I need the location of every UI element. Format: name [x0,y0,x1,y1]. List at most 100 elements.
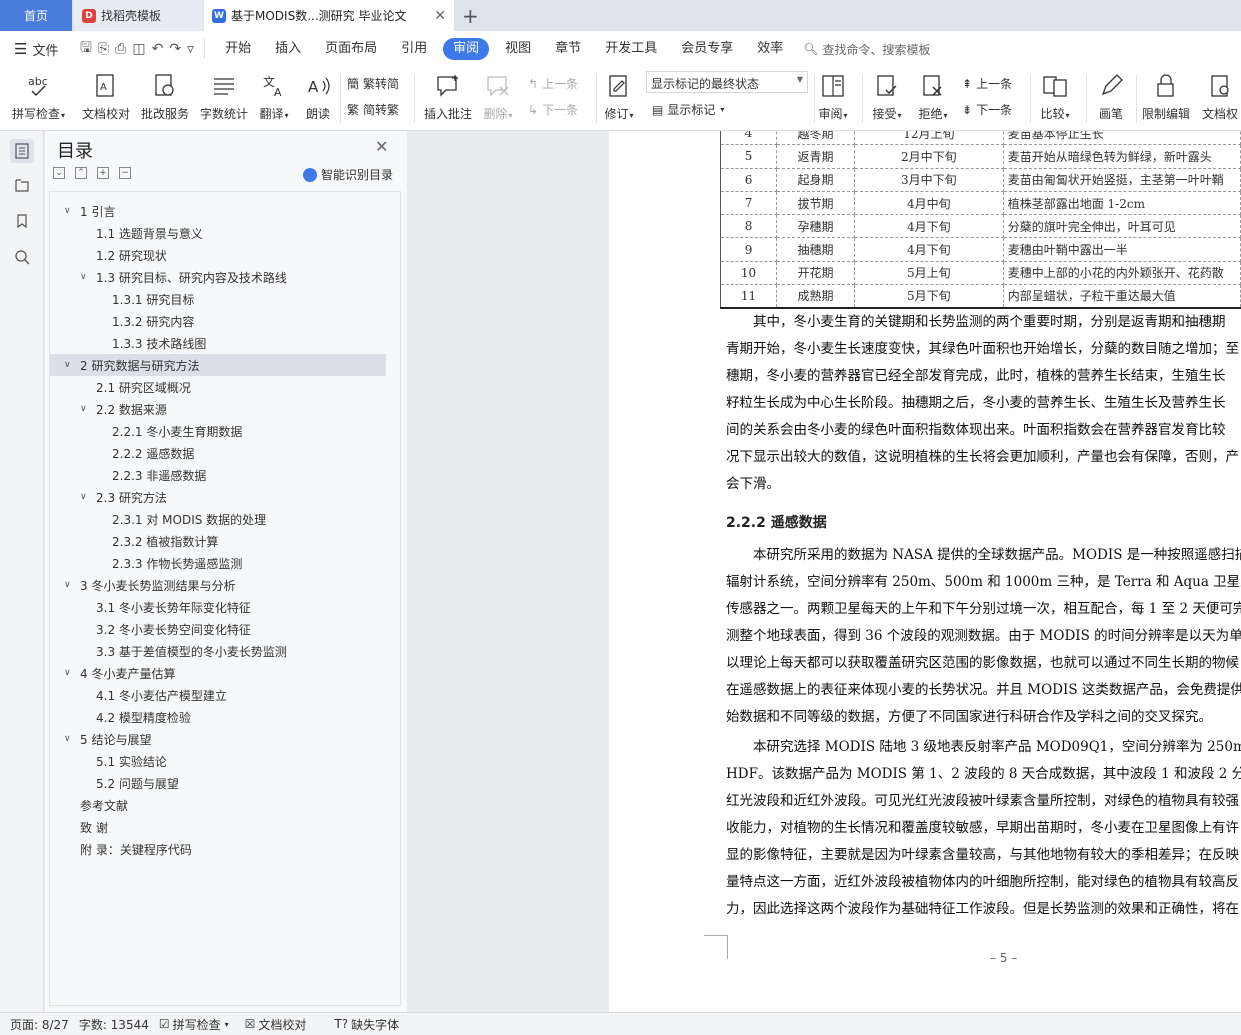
trad-to-simp-button[interactable]: 簡繁转简 [347,75,399,92]
toc-panel-icon[interactable] [10,139,34,163]
customize-icon[interactable]: ▿ [187,41,194,57]
missing-font-status[interactable]: T? 缺失字体 [334,1016,399,1033]
toc-item[interactable]: ∨ 1.3 研究目标、研究内容及技术路线 [50,266,400,288]
toc-item[interactable]: 2.2.1 冬小麦生育期数据 [50,420,400,442]
print-preview-icon[interactable]: ◫ [132,41,145,57]
add-item-icon[interactable]: + [97,167,109,179]
prev-change-button[interactable]: ⇞ 上一条 [962,75,1012,92]
toc-item[interactable]: 3.1 冬小麦长势年际变化特征 [50,596,400,618]
toc-item[interactable]: ∨ 5 结论与展望 [50,728,400,750]
close-icon[interactable]: ✕ [375,137,388,156]
markup-state-select[interactable]: 显示标记的最终状态 ▼ [646,71,808,93]
word-count[interactable]: 字数: 13544 [79,1016,149,1033]
print-icon[interactable]: ⎙ [115,41,126,57]
toc-item[interactable]: 5.1 实验结论 [50,750,400,772]
export-icon[interactable]: ⎘ [98,41,109,57]
toc-item[interactable]: 1.2 研究现状 [50,244,400,266]
toc-item[interactable]: 2.3.1 对 MODIS 数据的处理 [50,508,400,530]
spellcheck-button[interactable]: abc 拼写检查▾ [12,71,65,122]
toc-item[interactable]: ∨ 2.2 数据来源 [50,398,400,420]
menu-efficiency[interactable]: 效率 [745,38,795,60]
menu-developer[interactable]: 开发工具 [593,38,669,60]
command-search[interactable]: 🔍︎ 查找命令、搜索模板 [803,41,930,58]
save-icon[interactable]: 🖫 [80,37,92,61]
compare-button[interactable]: 比较▾ [1040,71,1070,122]
next-change-button[interactable]: ⇟ 下一条 [962,101,1012,118]
annotate-service-button[interactable]: 批改服务 [141,71,189,122]
spellcheck-status[interactable]: ☑ 拼写检查 ▾ [159,1016,229,1033]
search-icon[interactable] [10,245,34,269]
toc-item[interactable]: 1.3.1 研究目标 [50,288,400,310]
close-tab-icon[interactable]: ✕ [434,8,446,24]
toc-item[interactable]: 5.2 问题与展望 [50,772,400,794]
toc-item[interactable]: 1.3.2 研究内容 [50,310,400,332]
menu-view[interactable]: 视图 [493,38,543,60]
new-tab-icon[interactable]: + [462,4,479,28]
toc-item[interactable]: 2.1 研究区域概况 [50,376,400,398]
chapter-nav-icon[interactable] [10,173,34,197]
toc-item[interactable]: 1.1 选题背景与意义 [50,222,400,244]
redo-icon[interactable]: ↷ [169,41,181,57]
chevron-down-icon[interactable]: ∨ [80,404,92,414]
chevron-down-icon[interactable]: ∨ [64,206,76,216]
chevron-down-icon[interactable]: ∨ [64,360,76,370]
menu-insert[interactable]: 插入 [263,38,313,60]
file-menu[interactable]: ☰ 文件 [0,40,70,59]
menu-references[interactable]: 引用 [389,38,439,60]
toc-item[interactable]: ∨ 2 研究数据与研究方法 [50,354,386,376]
chevron-down-icon[interactable]: ∨ [64,668,76,678]
review-pane-button[interactable]: 审阅▾ [818,71,848,122]
toc-item[interactable]: 参考文献 [50,794,400,816]
insert-comment-button[interactable]: 插入批注 [424,71,472,122]
restrict-editing-button[interactable]: 限制编辑 [1142,71,1190,122]
undo-icon[interactable]: ↶ [152,41,164,57]
toc-item[interactable]: 2.2.3 非遥感数据 [50,464,400,486]
read-aloud-button[interactable]: A 朗读 [303,71,333,122]
page-count[interactable]: 页面: 8/27 [10,1016,69,1033]
menu-chapter[interactable]: 章节 [543,38,593,60]
toc-item[interactable]: 3.3 基于差值模型的冬小麦长势监测 [50,640,400,662]
menu-start[interactable]: 开始 [213,38,263,60]
doccheck-status[interactable]: ☒ 文档校对 [245,1016,307,1033]
toc-item[interactable]: 2.2.2 遥感数据 [50,442,400,464]
doc-check-button[interactable]: A 文档校对 [82,71,130,122]
toc-item[interactable]: 致 谢 [50,816,400,838]
toc-item[interactable]: ∨ 4 冬小麦产量估算 [50,662,400,684]
chevron-down-icon[interactable]: ∨ [80,272,92,282]
toc-item[interactable]: ∨ 1 引言 [50,200,400,222]
toc-item[interactable]: 4.1 冬小麦估产模型建立 [50,684,400,706]
tab-document[interactable]: W 基于MODIS数...测研究 毕业论文 ✕ [204,0,454,31]
word-count-button[interactable]: 字数统计 [200,71,248,122]
expand-up-icon[interactable]: ⌃ [75,167,87,179]
toc-item[interactable]: 附 录：关键程序代码 [50,838,400,860]
menu-review[interactable]: 审阅 [443,38,490,60]
menu-member[interactable]: 会员专享 [669,38,745,60]
collapse-all-icon[interactable]: ⌄ [53,167,65,179]
next-comment-button[interactable]: ↳ 下一条 [528,101,578,118]
accept-button[interactable]: 接受▾ [872,71,902,122]
toc-item[interactable]: 2.3.3 作物长势遥感监测 [50,552,400,574]
toc-item[interactable]: 1.3.3 技术路线图 [50,332,400,354]
track-changes-button[interactable]: 修订▾ [604,71,634,122]
remove-item-icon[interactable]: − [119,167,131,179]
show-markup-button[interactable]: ▤ 显示标记 ▾ [652,101,724,118]
chevron-down-icon[interactable]: ∨ [64,734,76,744]
bookmark-icon[interactable] [10,209,34,233]
toc-item[interactable]: ∨ 3 冬小麦长势监测结果与分析 [50,574,400,596]
doc-permission-button[interactable]: 文档权 [1202,71,1238,122]
translate-button[interactable]: 文A 翻译▾ [259,71,289,122]
menu-page-layout[interactable]: 页面布局 [313,38,389,60]
toc-item[interactable]: 2.3.2 植被指数计算 [50,530,400,552]
chevron-down-icon[interactable]: ∨ [64,580,76,590]
toc-item[interactable]: ∨ 2.3 研究方法 [50,486,400,508]
tab-docer-templates[interactable]: D 找稻壳模板 [74,0,202,31]
delete-comment-button[interactable]: 删除▾ [483,71,513,122]
toc-item[interactable]: 4.2 模型精度检验 [50,706,400,728]
tab-home[interactable]: 首页 [0,0,72,31]
smart-toc-button[interactable]: 智能识别目录 [303,166,393,183]
reject-button[interactable]: 拒绝▾ [918,71,948,122]
toc-item[interactable]: 3.2 冬小麦长势空间变化特征 [50,618,400,640]
prev-comment-button[interactable]: ↰ 上一条 [528,75,578,92]
pen-button[interactable]: 画笔 [1096,71,1126,122]
chevron-down-icon[interactable]: ∨ [80,492,92,502]
